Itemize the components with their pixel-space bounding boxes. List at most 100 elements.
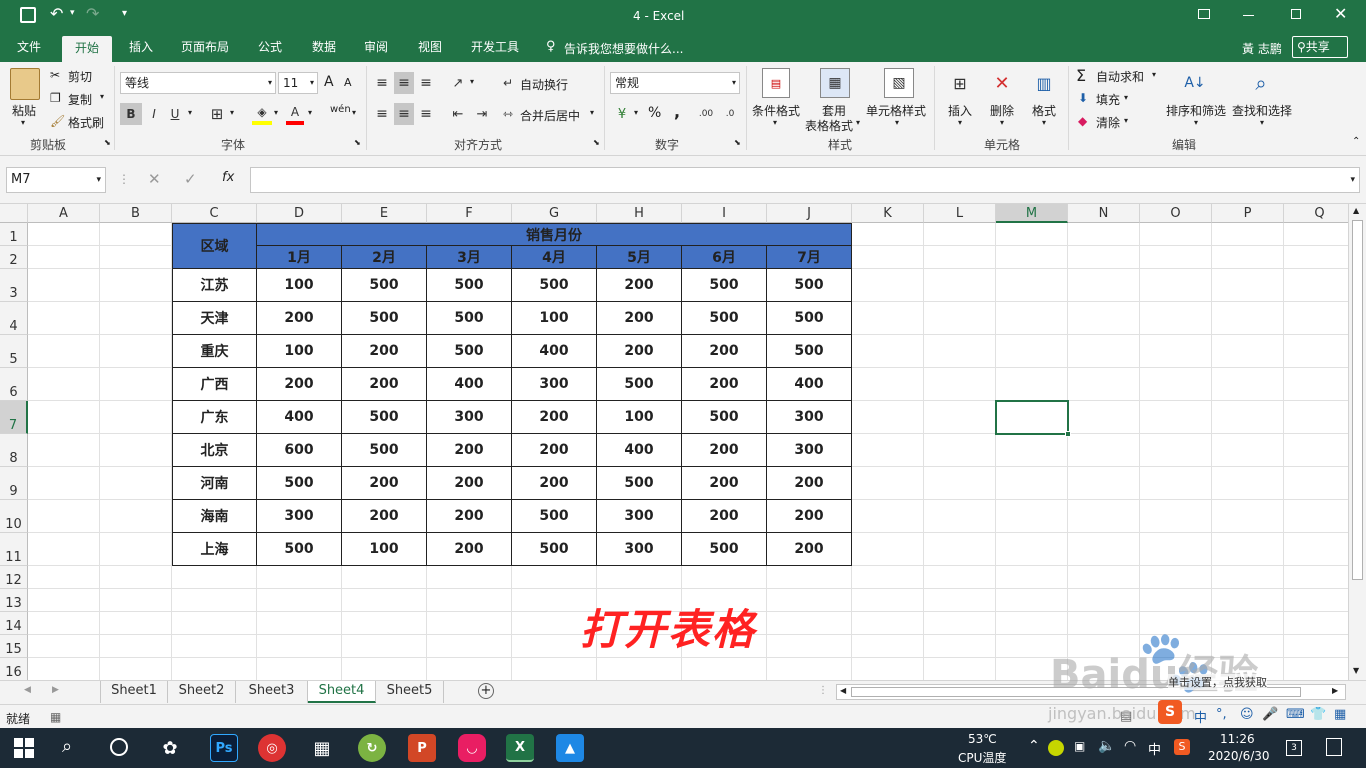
scroll-down-icon[interactable]: ▼ [1353,666,1359,675]
ribbon-display-icon[interactable] [1198,9,1210,19]
cell-styles-dropdown-icon[interactable]: ▾ [895,118,899,127]
add-sheet-icon[interactable]: + [478,683,494,699]
ime-skin-icon[interactable]: 👕 [1310,707,1326,722]
region-cell[interactable]: 北京 [172,434,257,467]
restore-icon[interactable] [1291,9,1301,19]
data-cell[interactable]: 100 [257,269,342,302]
data-cell[interactable]: 500 [682,302,767,335]
formula-input[interactable]: ▾ [250,167,1360,193]
ime-grid-icon[interactable]: ▦ [1334,707,1346,722]
next-sheet-icon[interactable]: ▶ [52,685,59,695]
row-header[interactable]: 11 [0,533,28,566]
month-header-cell[interactable]: 6月 [682,246,767,269]
row-header[interactable]: 5 [0,335,28,368]
increase-indent-icon[interactable]: ⇥ [472,103,492,125]
row-header[interactable]: 9 [0,467,28,500]
netease-music-icon[interactable]: ◎ [258,734,286,762]
tab-developer[interactable]: 开发工具 [462,32,528,62]
cut-button[interactable]: 剪切 [68,68,92,85]
sogou-tray-icon[interactable]: S [1174,739,1190,755]
data-cell[interactable]: 300 [767,401,852,434]
sheet-tab-1[interactable]: Sheet1 [100,681,168,703]
ime-mode-icon[interactable]: 中 [1194,707,1207,726]
tray-app-icon[interactable] [1048,740,1064,756]
format-table-icon[interactable]: ▦ [820,68,850,98]
format-painter-button[interactable]: 格式刷 [68,114,104,131]
column-header[interactable]: G [512,204,597,223]
row-header[interactable]: 6 [0,368,28,401]
cancel-icon[interactable]: ✕ [148,170,161,188]
data-cell[interactable]: 500 [512,269,597,302]
align-left-icon[interactable]: ≡ [372,103,392,125]
underline-button[interactable]: U [166,103,184,125]
fill-button[interactable]: 填充 [1096,91,1120,108]
month-header-cell[interactable]: 3月 [427,246,512,269]
grow-font-button[interactable]: A [324,74,334,90]
data-cell[interactable]: 200 [342,500,427,533]
data-cell[interactable]: 200 [597,335,682,368]
month-header-cell[interactable]: 4月 [512,246,597,269]
data-cell[interactable]: 500 [767,302,852,335]
row-header[interactable]: 4 [0,302,28,335]
format-table-dropdown-icon[interactable]: ▾ [856,118,860,127]
scroll-thumb[interactable] [1352,220,1363,580]
data-cell[interactable]: 500 [342,434,427,467]
italic-button[interactable]: I [145,103,163,125]
chevron-down-icon[interactable]: ▾ [1350,170,1355,190]
ime-emoji-icon[interactable]: ☺ [1240,707,1254,722]
ime-keyboard-icon[interactable]: ⌨ [1286,707,1305,722]
data-cell[interactable]: 200 [427,500,512,533]
search-icon[interactable]: ⌕ [62,736,72,757]
column-header[interactable]: L [924,204,996,223]
tab-view[interactable]: 视图 [408,32,452,62]
month-header-cell[interactable]: 1月 [257,246,342,269]
data-cell[interactable]: 200 [682,500,767,533]
data-cell[interactable]: 500 [257,467,342,500]
vertical-scrollbar[interactable]: ▲ ▼ [1348,204,1366,680]
save-icon[interactable] [20,7,36,23]
font-color-dropdown-icon[interactable]: ▾ [308,108,312,117]
active-cell-selection[interactable] [995,400,1069,435]
column-header[interactable]: O [1140,204,1212,223]
data-cell[interactable]: 200 [597,269,682,302]
fill-dropdown-icon[interactable]: ▾ [1124,93,1128,102]
photoshop-icon[interactable]: Ps [210,734,238,762]
font-launcher-icon[interactable]: ⬊ [354,138,361,147]
fill-dropdown-icon[interactable]: ▾ [274,108,278,117]
find-select-button[interactable]: 查找和选择 [1232,102,1292,119]
region-cell[interactable]: 河南 [172,467,257,500]
row-header[interactable]: 12 [0,566,28,589]
conditional-format-icon[interactable]: ▤ [762,68,790,98]
paste-dropdown-icon[interactable]: ▾ [21,118,25,127]
ime-indicator[interactable]: 中 [1148,739,1161,758]
scroll-up-icon[interactable]: ▲ [1353,206,1359,215]
number-launcher-icon[interactable]: ⬊ [734,138,741,147]
row-header[interactable]: 2 [0,246,28,269]
find-dropdown-icon[interactable]: ▾ [1260,118,1264,127]
data-cell[interactable]: 500 [257,533,342,566]
column-header[interactable]: C [172,204,257,223]
data-cell[interactable]: 500 [512,500,597,533]
redo-icon[interactable]: ↷ [86,4,99,23]
data-cell[interactable]: 500 [427,302,512,335]
column-header[interactable]: B [100,204,172,223]
select-all-corner[interactable] [0,204,28,223]
data-cell[interactable]: 100 [342,533,427,566]
font-size-select[interactable]: 11 ▾ [278,72,318,94]
format-cells-icon[interactable]: ▥ [1030,68,1058,98]
region-cell[interactable]: 重庆 [172,335,257,368]
column-header[interactable]: M [996,204,1068,223]
macro-record-icon[interactable]: ▦ [50,710,61,724]
delete-cells-button[interactable]: 删除 [990,102,1014,119]
tray-chevron-icon[interactable]: ⌃ [1028,738,1040,754]
sheet-tab-5[interactable]: Sheet5 [376,681,444,703]
collapse-ribbon-icon[interactable]: ⌃ [1352,136,1360,147]
column-header[interactable]: I [682,204,767,223]
region-cell[interactable]: 广西 [172,368,257,401]
data-cell[interactable]: 300 [597,533,682,566]
name-box[interactable]: M7 ▾ [6,167,106,193]
data-cell[interactable]: 500 [597,467,682,500]
action-center-icon[interactable] [1326,738,1342,756]
data-cell[interactable]: 300 [427,401,512,434]
orientation-icon[interactable]: ↗ [448,72,468,94]
